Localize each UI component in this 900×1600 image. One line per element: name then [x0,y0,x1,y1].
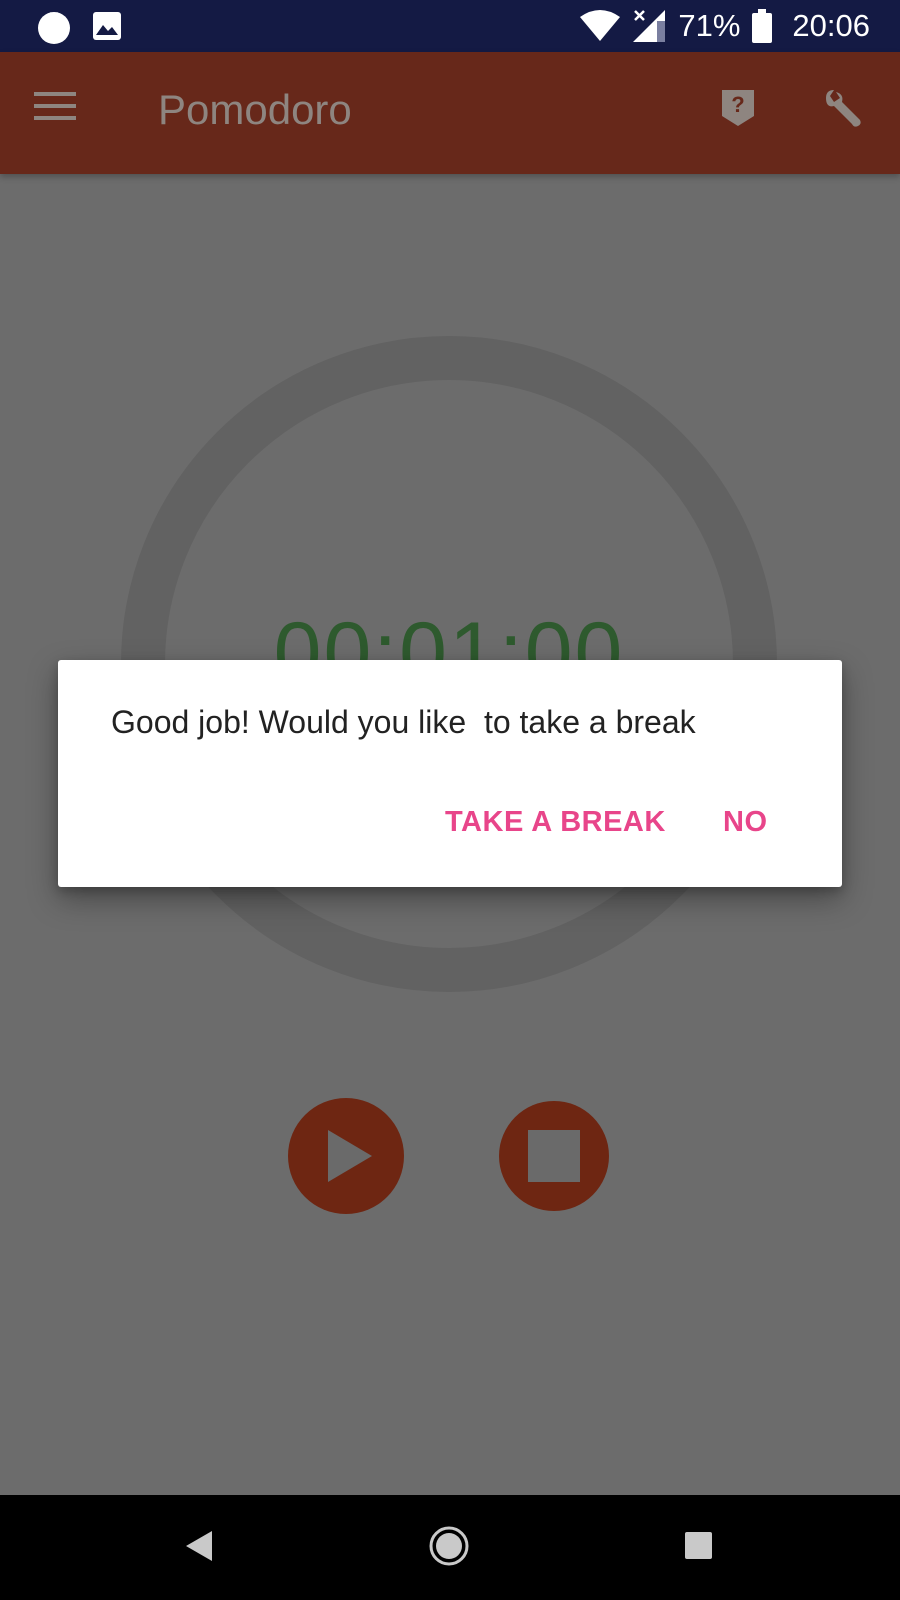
cell-signal-icon [633,10,666,42]
svg-text:?: ? [731,92,744,117]
stop-icon [528,1130,580,1182]
settings-button[interactable] [822,88,870,136]
app-bar: Pomodoro ? [0,52,900,174]
back-icon[interactable] [184,1529,214,1563]
status-indicators: 71% 20:06 [580,6,870,46]
menu-icon [34,92,76,120]
app-title: Pomodoro [158,86,352,133]
battery-percent: 71% [678,8,741,43]
image-notification-icon [93,12,121,40]
help-icon: ? [722,90,754,126]
play-button[interactable] [288,1098,404,1214]
no-button[interactable]: NO [715,800,776,845]
break-dialog: Good job! Would you like to take a break… [58,660,842,887]
wifi-icon [580,10,621,41]
wrench-icon [826,90,861,127]
clock: 20:06 [792,8,870,43]
help-button[interactable]: ? [720,88,766,136]
dialog-message: Good job! Would you like to take a break [111,704,696,740]
navigation-bar [0,1495,900,1600]
take-a-break-button[interactable]: TAKE A BREAK [437,800,674,845]
battery-icon [752,9,773,43]
menu-button[interactable] [34,88,86,136]
play-icon [328,1130,372,1182]
tomato-notification-icon [38,12,70,44]
home-icon[interactable] [428,1525,470,1567]
status-bar: 71% 20:06 [0,0,900,52]
status-notifications [36,8,122,44]
stop-button[interactable] [499,1101,609,1211]
recents-icon[interactable] [685,1532,712,1559]
